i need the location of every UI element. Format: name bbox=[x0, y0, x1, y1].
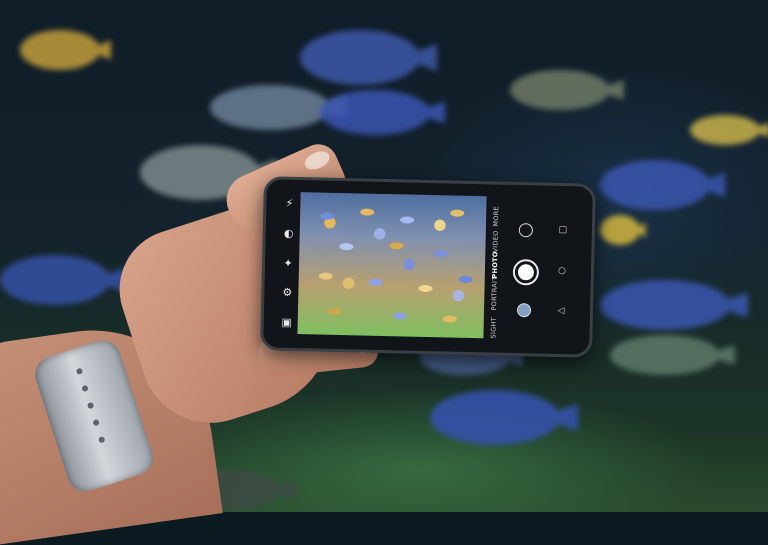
fish bbox=[389, 242, 404, 250]
gallery-thumbnail[interactable] bbox=[516, 303, 532, 318]
flash-off-icon[interactable]: ⚡ bbox=[285, 197, 293, 210]
shutter-button[interactable] bbox=[512, 258, 540, 286]
filter-icon[interactable]: ✦ bbox=[283, 256, 293, 269]
fish bbox=[430, 390, 560, 445]
fish bbox=[600, 215, 640, 245]
mode-video[interactable]: VIDEO bbox=[491, 230, 499, 252]
smartphone: ⚡ ◐ ✦ ⚙ ▣ SIGHT PORTRAIT PHOTO VIDEO MOR… bbox=[260, 176, 596, 358]
fish bbox=[300, 30, 420, 85]
fish bbox=[210, 85, 330, 130]
fish bbox=[510, 70, 610, 110]
fish bbox=[690, 115, 760, 145]
fish bbox=[318, 272, 333, 280]
fish bbox=[434, 250, 449, 258]
fish bbox=[360, 208, 375, 216]
settings-icon[interactable]: ⚙ bbox=[282, 286, 292, 299]
fish bbox=[327, 307, 343, 316]
camera-right-toolbar bbox=[507, 199, 550, 342]
frame-icon[interactable]: ▣ bbox=[281, 316, 292, 329]
fish bbox=[368, 278, 383, 286]
mode-portrait[interactable]: PORTRAIT bbox=[490, 276, 499, 310]
fish bbox=[399, 216, 415, 224]
fish bbox=[600, 160, 710, 210]
fish bbox=[339, 242, 354, 251]
recents-icon[interactable]: □ bbox=[558, 225, 567, 235]
fish bbox=[320, 90, 430, 135]
back-icon[interactable]: ◁ bbox=[557, 306, 564, 316]
fish bbox=[442, 315, 457, 323]
fish bbox=[458, 275, 473, 284]
fish bbox=[610, 335, 720, 375]
camera-left-toolbar: ⚡ ◐ ✦ ⚙ ▣ bbox=[276, 197, 301, 329]
fish bbox=[450, 209, 465, 217]
mode-sight[interactable]: SIGHT bbox=[489, 317, 497, 339]
camera-viewfinder[interactable] bbox=[297, 192, 487, 339]
fish bbox=[20, 30, 100, 70]
home-icon[interactable]: ○ bbox=[558, 265, 566, 275]
camera-mode-selector[interactable]: SIGHT PORTRAIT PHOTO VIDEO MORE bbox=[489, 198, 506, 339]
mode-more[interactable]: MORE bbox=[492, 206, 500, 227]
fish bbox=[0, 255, 110, 305]
fish bbox=[600, 280, 730, 330]
ai-lens-icon[interactable] bbox=[518, 223, 534, 238]
android-nav-bar: □ ○ ◁ bbox=[555, 225, 569, 316]
mode-photo[interactable]: PHOTO bbox=[491, 251, 500, 278]
effects-icon[interactable]: ◐ bbox=[284, 226, 294, 239]
fish bbox=[418, 284, 433, 293]
fish bbox=[320, 212, 335, 220]
fish bbox=[392, 312, 407, 320]
